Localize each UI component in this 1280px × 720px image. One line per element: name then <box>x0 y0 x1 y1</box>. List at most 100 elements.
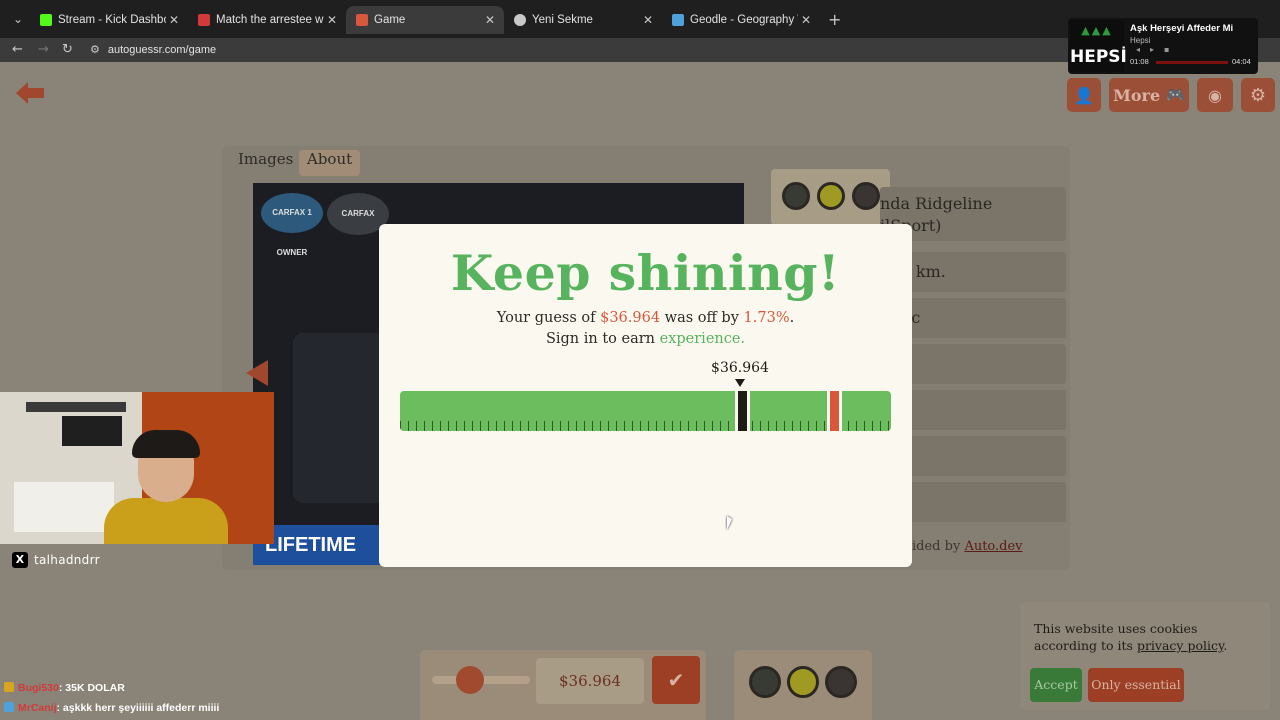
mouse-cursor-icon <box>727 516 732 530</box>
cookie-banner: This website uses cookies according to i… <box>1020 602 1270 710</box>
data-source-prefix: ided by <box>912 539 965 554</box>
previous-image-icon[interactable] <box>244 358 278 388</box>
close-tab-icon[interactable]: ✕ <box>798 13 814 27</box>
chrome-icon <box>514 14 526 26</box>
tab-about[interactable]: About <box>299 150 361 176</box>
check-icon: ✔ <box>667 668 685 692</box>
streamer-body <box>104 498 228 544</box>
price-slider-handle[interactable] <box>456 666 484 694</box>
map-icon <box>672 14 684 26</box>
back-icon[interactable]: ← <box>12 42 23 57</box>
sign-in-prompt: Sign in to earn experience. <box>379 331 912 347</box>
tab-title: Game <box>374 14 406 26</box>
carfax-owner-logo: CARFAX 1 OWNER <box>261 193 323 257</box>
back-arrow-icon[interactable] <box>16 82 44 104</box>
more-label: More <box>1113 85 1161 105</box>
guess-marker-label: $36.964 <box>711 360 769 376</box>
traffic-lights <box>779 179 883 213</box>
bar-gap <box>747 391 750 431</box>
result-title: Keep shining! <box>450 244 841 302</box>
webcam-feed <box>0 392 274 544</box>
new-tab-plus-icon[interactable]: + <box>828 10 841 29</box>
only-essential-button[interactable]: Only essential <box>1088 668 1184 702</box>
tab-title: Geodle - Geography Wordle <box>690 14 798 26</box>
cookie-end: . <box>1223 638 1228 653</box>
attempt-lights <box>746 662 860 702</box>
bar-gap <box>839 391 842 431</box>
x-logo-icon: X <box>12 552 28 568</box>
chat-user: MrCanij <box>18 702 57 714</box>
light-off <box>851 182 880 210</box>
kick-icon <box>40 14 52 26</box>
cookie-text: This website uses cookies according to i… <box>1034 620 1260 654</box>
song-title: Aşk Herşeyi Affeder Mi <box>1130 23 1234 34</box>
reload-icon[interactable]: ↻ <box>62 42 73 57</box>
user-icon: 👤 <box>1074 85 1094 105</box>
experience-link[interactable]: experience. <box>660 331 745 347</box>
streamer-hair <box>132 430 200 458</box>
data-source: ided by Auto.dev <box>912 539 1023 554</box>
guess-marker-pointer <box>735 379 745 387</box>
guess-amount: $36.964 <box>600 310 661 326</box>
close-tab-icon[interactable]: ✕ <box>166 13 182 27</box>
light-yellow <box>816 182 845 210</box>
tab-new[interactable]: Yeni Sekme ✕ <box>504 6 662 34</box>
tab-kick-dashboard[interactable]: Stream - Kick Dashboard ✕ <box>30 6 188 34</box>
discord-button[interactable]: ◉ <box>1197 78 1233 112</box>
url-field[interactable]: ⚙ autoguessr.com/game <box>84 40 1184 60</box>
profile-button[interactable]: 👤 <box>1067 78 1101 112</box>
close-tab-icon[interactable]: ✕ <box>482 13 498 27</box>
handle-text: talhadndrr <box>34 553 100 567</box>
light-off <box>825 666 857 698</box>
tab-title: Yeni Sekme <box>532 14 593 26</box>
wall-flag <box>62 416 122 446</box>
forward-icon[interactable]: → <box>38 42 49 57</box>
auto-dev-link[interactable]: Auto.dev <box>964 539 1022 554</box>
url-text: autoguessr.com/game <box>107 44 217 56</box>
social-handle: X talhadndrr <box>12 552 100 568</box>
guess-controls: $36.964 ✔ <box>420 650 706 720</box>
light-off <box>782 182 811 210</box>
gamepad-icon: 🎮 <box>1166 86 1185 104</box>
light-yellow <box>787 666 819 698</box>
attempt-lights-panel <box>734 650 872 720</box>
site-info-icon[interactable]: ⚙ <box>90 44 100 56</box>
tab-title: Stream - Kick Dashboard <box>58 14 166 26</box>
actual-price-bar <box>830 391 839 431</box>
player-controls-icon: ◂▸▪ <box>1136 45 1180 54</box>
crown-badge-icon <box>4 682 14 692</box>
tab-game[interactable]: Game ✕ <box>346 6 504 34</box>
tab-geodle[interactable]: Geodle - Geography Wordle ✕ <box>662 6 820 34</box>
light-off <box>749 666 781 698</box>
settings-button[interactable]: ⚙ <box>1241 78 1275 112</box>
tab-match-arrestee[interactable]: Match the arrestee with their a ✕ <box>188 6 346 34</box>
tab-search-icon[interactable]: ⌄ <box>8 10 28 28</box>
summary-mid: was off by <box>660 310 744 326</box>
submit-guess-button[interactable]: ✔ <box>652 656 700 704</box>
close-tab-icon[interactable]: ✕ <box>640 13 656 27</box>
bed <box>14 482 114 532</box>
tab-title: Match the arrestee with their a <box>216 14 324 26</box>
autoguessr-icon <box>356 14 368 26</box>
close-tab-icon[interactable]: ✕ <box>324 13 340 27</box>
privacy-policy-link[interactable]: privacy policy <box>1137 638 1223 653</box>
chat-message: MrCanij: aşkkk herr şeyiiiiii affederr m… <box>4 702 219 714</box>
price-range-bar <box>400 391 891 431</box>
difficulty-lights-panel <box>771 169 890 225</box>
summary-prefix: Your guess of <box>496 310 601 326</box>
gear-icon: ⚙ <box>1249 84 1267 106</box>
accept-cookies-button[interactable]: Accept <box>1030 668 1082 702</box>
more-button[interactable]: More 🎮 <box>1109 78 1189 112</box>
fact-model-line1: nda Ridgeline <box>880 194 993 213</box>
error-percent: 1.73% <box>743 310 790 326</box>
discord-icon: ◉ <box>1208 85 1222 105</box>
chat-text: : 35K DOLAR <box>58 682 125 694</box>
result-modal: Keep shining! Your guess of $36.964 was … <box>379 224 912 567</box>
wall-shelf <box>26 402 126 412</box>
guess-position-bar <box>738 391 747 431</box>
chat-message: Bugi530: 35K DOLAR <box>4 682 125 694</box>
tab-images[interactable]: Images <box>230 150 301 176</box>
guess-input[interactable]: $36.964 <box>536 658 644 704</box>
song-artist: Hepsi <box>1130 36 1151 45</box>
summary-suffix: . <box>789 310 795 326</box>
